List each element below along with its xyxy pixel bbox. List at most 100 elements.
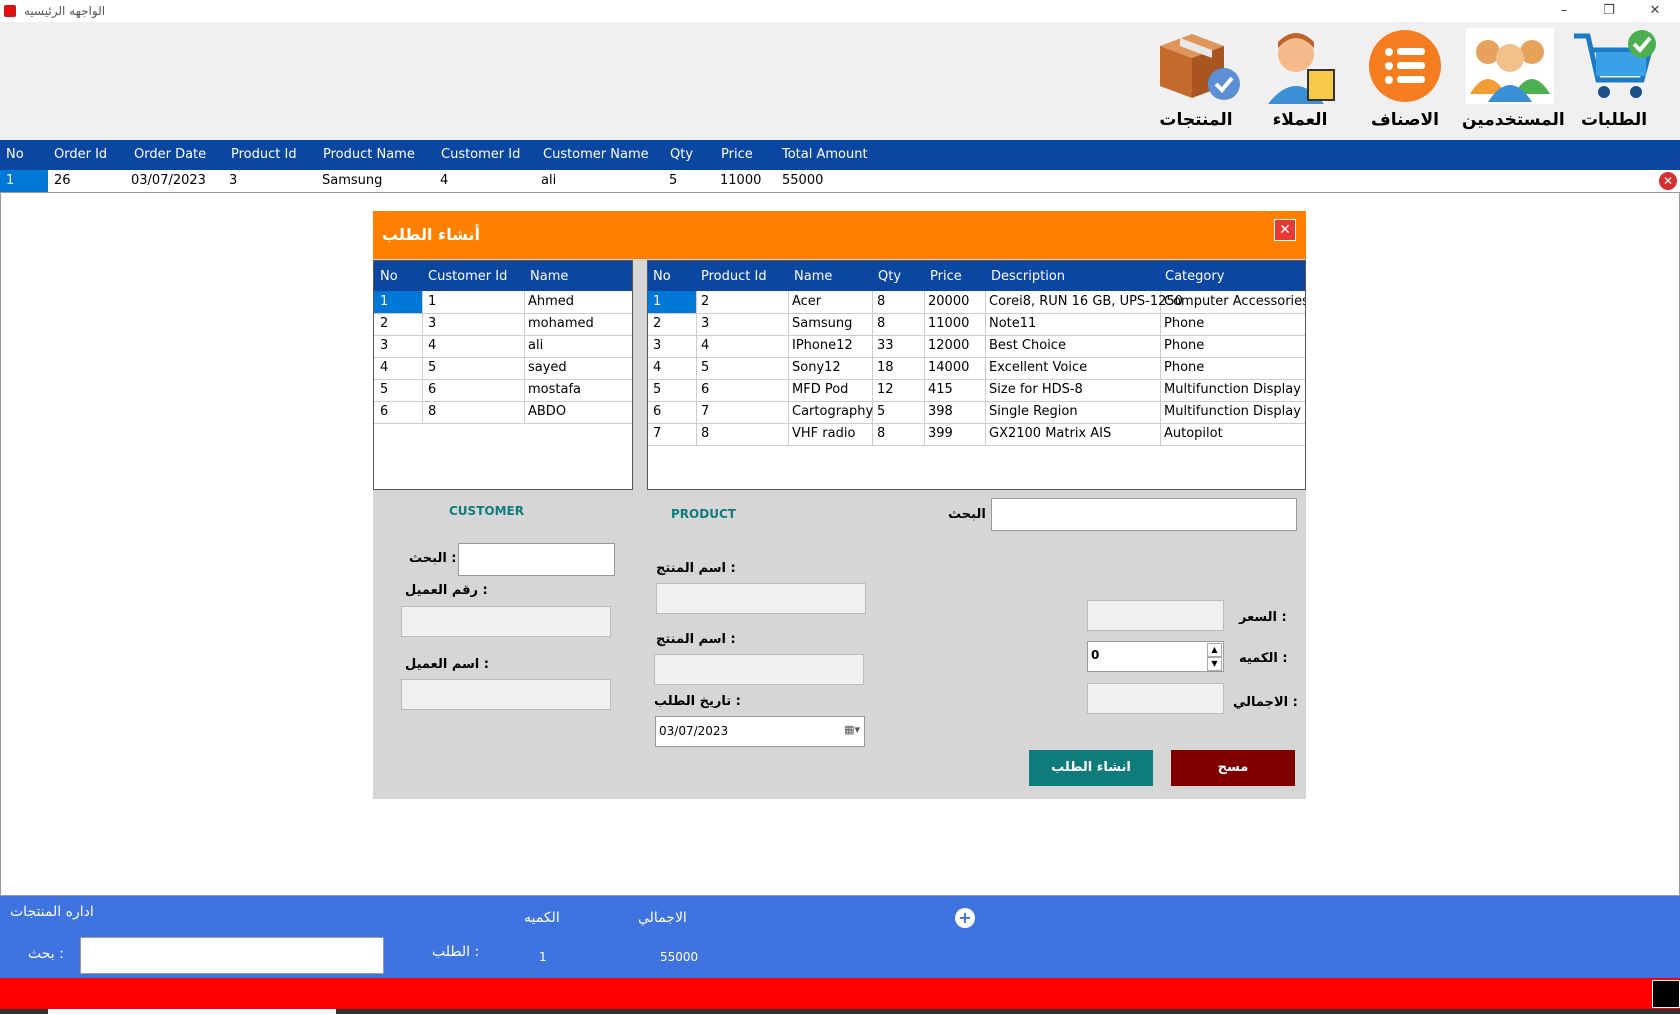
cart-icon — [1570, 28, 1658, 104]
customer-name-field[interactable] — [401, 679, 611, 710]
col-category[interactable]: Category — [1165, 269, 1224, 284]
product-search-input[interactable] — [991, 498, 1297, 531]
product-name-label-2: : اسم المنتج — [656, 632, 736, 647]
product-name-field-1[interactable] — [656, 583, 866, 614]
table-row[interactable]: 1 26 03/07/2023 3 Samsung 4 ali 5 11000 … — [0, 170, 1680, 193]
price-field[interactable] — [1087, 600, 1224, 631]
col-qty[interactable]: Qty — [670, 147, 693, 162]
qty-label: : الكميه — [1239, 651, 1288, 666]
col-customer-id[interactable]: Customer Id — [428, 269, 507, 284]
bottom-strip — [0, 1009, 1680, 1014]
title-bar: الواجهه الرئيسيه – ❐ ✕ — [0, 0, 1680, 22]
table-row[interactable]: 4 5 Sony12 18 14000 Excellent Voice Phone — [648, 357, 1305, 380]
window-title: الواجهه الرئيسيه — [24, 4, 106, 18]
orders-header: No Order Id Order Date Product Id Produc… — [0, 140, 1680, 170]
col-product-id[interactable]: Product Id — [701, 269, 767, 284]
table-row[interactable]: 2 3 mohamed — [374, 313, 632, 336]
col-customer-name[interactable]: Customer Name — [543, 147, 649, 162]
col-customer-id[interactable]: Customer Id — [441, 147, 520, 162]
create-order-button[interactable]: انشاء الطلب — [1029, 750, 1153, 786]
customer-search-input[interactable] — [458, 543, 615, 576]
footer-search-label: : بحث — [28, 946, 64, 962]
col-no[interactable]: No — [380, 269, 398, 284]
nav-orders[interactable]: الطلبات — [1566, 28, 1662, 140]
footer-panel: اداره المنتجات : بحث : الطلب الكميه الاج… — [0, 896, 1680, 978]
products-header: No Product Id Name Qty Price Description… — [648, 261, 1305, 291]
col-description[interactable]: Description — [991, 269, 1065, 284]
total-field[interactable] — [1087, 683, 1224, 714]
customer-icon — [1256, 28, 1344, 104]
minimize-button[interactable]: – — [1541, 0, 1587, 22]
col-order-date[interactable]: Order Date — [134, 147, 206, 162]
corner-icon[interactable] — [1652, 980, 1680, 1008]
create-order-dialog: أنشاء الطلب ✕ No Customer Id Name 1 1 Ahme… — [373, 211, 1306, 799]
table-row[interactable]: 5 6 MFD Pod 12 415 Size for HDS-8 Multifunctio… — [648, 379, 1305, 402]
col-no[interactable]: No — [653, 269, 671, 284]
total-label: : الاجمالي — [1233, 695, 1298, 710]
box-icon — [1152, 28, 1240, 104]
qty-stepper[interactable]: 0 ▲ ▼ — [1087, 641, 1224, 672]
qty-value: 0 — [1091, 648, 1100, 662]
table-row[interactable]: 2 3 Samsung 8 11000 Note11 Phone — [648, 313, 1305, 336]
nav-customers-label: العملاء — [1272, 110, 1328, 130]
col-name[interactable]: Name — [794, 269, 832, 284]
cell-customer-id: 4 — [440, 173, 449, 188]
table-row[interactable]: 1 1 Ahmed — [374, 291, 632, 314]
red-status-bar — [0, 978, 1680, 1009]
table-row[interactable]: 7 8 VHF radio 8 399 GX2100 Matrix AIS Autopilo… — [648, 423, 1305, 446]
cell-no: 1 — [6, 173, 15, 188]
product-caption: PRODUCT — [671, 507, 736, 521]
table-row[interactable]: 1 2 Acer 8 20000 Corei8, RUN 16 GB, UPS-1250 C… — [648, 291, 1305, 314]
table-row[interactable]: 6 8 ABDO — [374, 401, 632, 424]
product-name-field-2[interactable] — [654, 654, 864, 685]
qty-down-icon[interactable]: ▼ — [1207, 657, 1222, 671]
cell-qty: 5 — [669, 173, 678, 188]
footer-title: اداره المنتجات — [10, 904, 94, 920]
col-qty[interactable]: Qty — [878, 269, 901, 284]
nav-categories[interactable]: الاصناف — [1357, 28, 1453, 140]
footer-total-value: 55000 — [660, 950, 699, 964]
calendar-icon[interactable]: ▦▾ — [844, 723, 860, 736]
nav-products[interactable]: المنتجات — [1148, 28, 1244, 140]
cell-order-date: 03/07/2023 — [131, 173, 206, 188]
customer-no-label: : رقم العميل — [405, 583, 488, 598]
app-icon — [4, 5, 16, 17]
delete-row-icon[interactable]: ✕ — [1659, 172, 1677, 190]
table-row[interactable]: 3 4 ali — [374, 335, 632, 358]
dialog-header: أنشاء الطلب ✕ — [373, 211, 1306, 259]
products-table: No Product Id Name Qty Price Description… — [647, 260, 1306, 490]
nav-products-label: المنتجات — [1159, 110, 1233, 130]
customer-name-label: : اسم العميل — [405, 657, 489, 672]
table-row[interactable]: 4 5 sayed — [374, 357, 632, 380]
customers-table: No Customer Id Name 1 1 Ahmed 2 3 mohamed 34… — [373, 260, 633, 490]
col-product-id[interactable]: Product Id — [231, 147, 297, 162]
customers-header: No Customer Id Name — [374, 261, 632, 291]
col-no[interactable]: No — [6, 147, 24, 162]
table-row[interactable]: 6 7 Cartography 5 398 Single Region Multifunct… — [648, 401, 1305, 424]
col-price[interactable]: Price — [930, 269, 962, 284]
product-search-label: : البحث — [948, 507, 996, 522]
footer-total-header: الاجمالي — [638, 910, 687, 926]
nav-customers[interactable]: العملاء — [1252, 28, 1348, 140]
col-price[interactable]: Price — [721, 147, 753, 162]
nav-users[interactable]: المستخدمين — [1462, 28, 1565, 140]
product-name-label-1: : اسم المنتج — [656, 561, 736, 576]
col-total-amount[interactable]: Total Amount — [782, 147, 868, 162]
col-order-id[interactable]: Order Id — [54, 147, 107, 162]
close-window-button[interactable]: ✕ — [1632, 0, 1678, 22]
cell-product-id: 3 — [229, 173, 238, 188]
col-product-name[interactable]: Product Name — [323, 147, 415, 162]
customer-no-field[interactable] — [401, 606, 611, 637]
table-row[interactable]: 5 6 mostafa — [374, 379, 632, 402]
add-icon[interactable]: + — [955, 908, 975, 928]
nav-orders-label: الطلبات — [1580, 110, 1648, 130]
footer-search-input[interactable] — [80, 937, 384, 974]
table-row[interactable]: 3 4 IPhone12 33 12000 Best Choice Phone — [648, 335, 1305, 358]
clear-button[interactable]: مسح — [1171, 750, 1295, 786]
col-name[interactable]: Name — [530, 269, 568, 284]
restore-button[interactable]: ❐ — [1586, 0, 1632, 22]
orders-grid: No Order Id Order Date Product Id Produc… — [0, 140, 1680, 193]
qty-up-icon[interactable]: ▲ — [1207, 643, 1222, 657]
order-date-picker[interactable]: 03/07/2023 ▦▾ — [655, 716, 865, 747]
dialog-close-button[interactable]: ✕ — [1274, 219, 1296, 241]
